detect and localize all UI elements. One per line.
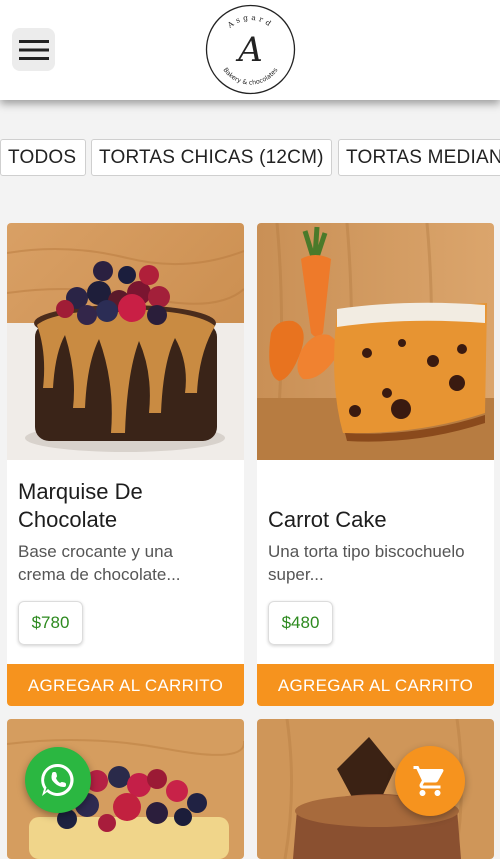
product-card: Marquise De Chocolate Base crocante y un… <box>7 223 244 706</box>
shopping-cart-icon <box>413 766 444 796</box>
whatsapp-icon <box>41 763 74 796</box>
product-description: Base crocante y una crema de chocolate..… <box>18 542 181 584</box>
category-filter-bar: TODOS TORTAS CHICAS (12CM) TORTAS MEDIAN… <box>0 139 500 179</box>
add-to-cart-button[interactable]: AGREGAR AL CARRITO <box>7 664 244 706</box>
product-price: $780 <box>18 601 83 645</box>
product-image[interactable] <box>7 223 244 460</box>
category-chip-todos[interactable]: TODOS <box>0 139 86 176</box>
category-chip-tortas-medianas[interactable]: TORTAS MEDIANAS <box>338 139 500 176</box>
whatsapp-button[interactable] <box>25 747 91 813</box>
brand-logo[interactable]: Asgard Bakery & chocolates A <box>205 4 296 95</box>
product-image[interactable] <box>257 223 494 460</box>
category-chip-tortas-chicas[interactable]: TORTAS CHICAS (12CM) <box>91 139 332 176</box>
cart-button[interactable] <box>395 746 465 816</box>
app-header: Asgard Bakery & chocolates A <box>0 0 500 100</box>
product-name: Marquise De Chocolate <box>18 479 143 532</box>
menu-button[interactable] <box>12 28 55 71</box>
add-to-cart-button[interactable]: AGREGAR AL CARRITO <box>257 664 494 706</box>
logo-letter: A <box>235 30 263 70</box>
product-card: Carrot Cake Una torta tipo biscochuelo s… <box>257 223 494 706</box>
product-name: Carrot Cake <box>268 507 387 532</box>
product-price: $480 <box>268 601 333 645</box>
hamburger-menu-icon <box>18 39 49 60</box>
product-description: Una torta tipo biscochuelo super... <box>268 542 465 584</box>
